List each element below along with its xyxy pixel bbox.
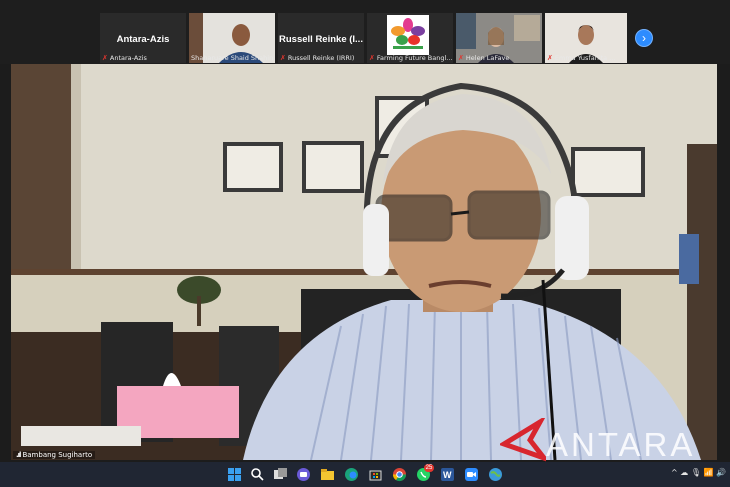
- participant-display-name: Russell Reinke (I...: [279, 34, 363, 45]
- participant-display-name: Antara-Azis: [116, 34, 170, 45]
- speaker-name-label: .ıl Bambang Sugiharto: [13, 451, 96, 459]
- muted-mic-icon: ✗: [280, 54, 286, 62]
- muted-mic-icon: ✗: [547, 54, 553, 62]
- zoom-icon[interactable]: [464, 467, 479, 482]
- windows-taskbar: 25 W ^ ☁ 🎙 📶 🔊: [0, 462, 730, 487]
- windows-start-icon[interactable]: [227, 467, 242, 482]
- muted-mic-icon: ✗: [369, 54, 375, 62]
- chrome-icon[interactable]: [392, 467, 407, 482]
- participant-caption: ✗ Emma Yusfanita ...: [547, 54, 616, 62]
- muted-mic-icon: ✗: [102, 54, 108, 62]
- participant-strip: Antara-Azis ✗ Antara-Azis Shaharuare Shai…: [0, 0, 730, 64]
- next-page-button[interactable]: ›: [635, 29, 653, 47]
- participant-tile[interactable]: ✗ Farming Future Bangl...: [367, 13, 453, 63]
- store-icon[interactable]: [368, 467, 383, 482]
- zoom-meeting-window: Antara-Azis ✗ Antara-Azis Shaharuare Shai…: [0, 0, 730, 487]
- participant-tile[interactable]: ✗ Emma Yusfanita ...: [545, 13, 627, 63]
- word-icon[interactable]: W: [440, 467, 455, 482]
- participant-caption: ✗ Helen LaFave: [458, 54, 510, 62]
- antara-logo-icon: [500, 418, 546, 462]
- whatsapp-badge: 25: [424, 464, 434, 472]
- system-tray[interactable]: ^ ☁ 🎙 📶 🔊: [671, 468, 726, 477]
- participant-tile[interactable]: Antara-Azis ✗ Antara-Azis: [100, 13, 186, 63]
- search-icon[interactable]: [250, 467, 265, 482]
- participant-tile[interactable]: Russell Reinke (I... ✗ Russell Reinke (IR…: [278, 13, 364, 63]
- participant-tile[interactable]: ✗ Helen LaFave: [456, 13, 542, 63]
- main-speaker-video: .ıl Bambang Sugiharto: [11, 64, 717, 460]
- file-explorer-icon[interactable]: [320, 467, 335, 482]
- globe-icon[interactable]: [488, 467, 503, 482]
- svg-text:W: W: [443, 470, 452, 480]
- teams-chat-icon[interactable]: [296, 467, 311, 482]
- participant-caption: ✗ Farming Future Bangl...: [369, 54, 453, 62]
- watermark-text: ANTARA: [546, 426, 696, 463]
- participant-tile[interactable]: Shaharuare Shaid Shahin: [189, 13, 275, 63]
- participant-caption: ✗ Russell Reinke (IRRI): [280, 54, 355, 62]
- muted-mic-icon: ✗: [458, 54, 464, 62]
- task-view-icon[interactable]: [273, 467, 288, 482]
- edge-browser-icon[interactable]: [344, 467, 359, 482]
- participant-caption: ✗ Antara-Azis: [102, 54, 147, 62]
- participant-caption: Shaharuare Shaid Shahin: [191, 54, 274, 62]
- signal-bars-icon: .ıl: [16, 451, 22, 459]
- speaker-video-scene: [11, 64, 717, 460]
